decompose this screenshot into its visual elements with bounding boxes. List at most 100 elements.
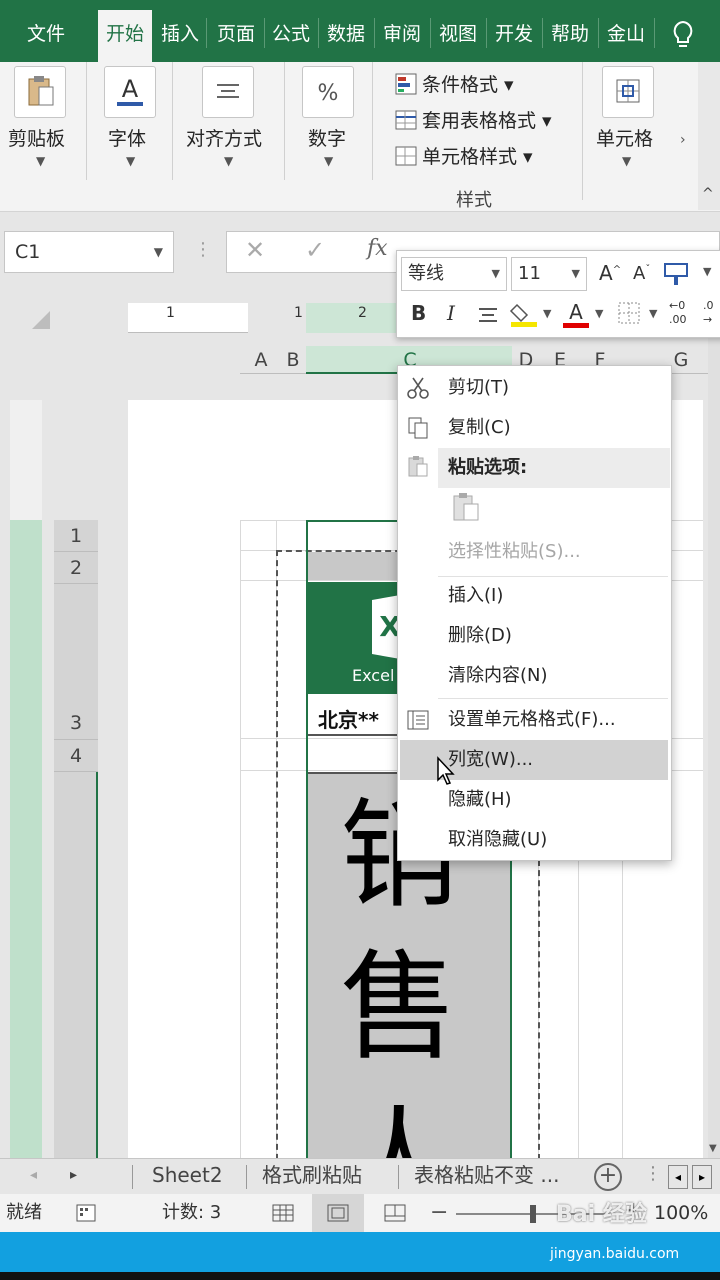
cell-style-button[interactable]: 单元格样式 ▾: [422, 142, 533, 169]
sheet-tab-table-paste[interactable]: 表格粘贴不变 ...: [414, 1159, 559, 1193]
grip-icon: ⋮: [644, 1163, 662, 1184]
row-header-3[interactable]: 3: [54, 584, 98, 740]
chevron-down-icon: ▼: [622, 154, 632, 168]
tab-formulas[interactable]: 公式: [268, 14, 314, 54]
enter-icon[interactable]: ✓: [305, 236, 325, 264]
tab-review[interactable]: 审阅: [378, 14, 426, 54]
chevron-down-icon: ▼: [36, 154, 46, 168]
menu-item-paste-special[interactable]: 选择性粘贴(S)...: [398, 532, 671, 572]
borders-icon[interactable]: [617, 301, 641, 325]
bold-button[interactable]: B: [411, 301, 426, 325]
scissors-icon: [407, 377, 429, 399]
number-button[interactable]: %: [302, 66, 354, 118]
page-break-view-icon[interactable]: [384, 1204, 406, 1222]
chevron-right-icon[interactable]: ›: [680, 132, 686, 148]
menu-item-hide[interactable]: 隐藏(H): [398, 780, 671, 820]
table-format-button[interactable]: 套用表格格式 ▾: [422, 106, 552, 133]
page-layout-icon: [327, 1204, 349, 1222]
chevron-down-icon: ▼: [595, 307, 604, 320]
bottom-edge: [0, 1272, 720, 1280]
sheet-tab-sheet2[interactable]: Sheet2: [152, 1159, 223, 1193]
tab-data[interactable]: 数据: [322, 14, 370, 54]
tab-file[interactable]: 文件: [10, 14, 82, 54]
number-label: 数字: [308, 128, 347, 150]
clipboard-icon: [28, 76, 54, 106]
menu-item-cut[interactable]: 剪切(T): [398, 368, 671, 408]
sheet-tabs-bar: ◂ ▸ Sheet2 格式刷粘贴 表格粘贴不变 ... + ⋮ ◂ ▸: [0, 1158, 720, 1194]
tab-page-layout[interactable]: 页面: [210, 14, 262, 54]
zoom-level[interactable]: 100%: [654, 1194, 708, 1232]
svg-text:A: A: [569, 300, 583, 324]
sheet-tab-format-painter[interactable]: 格式刷粘贴: [262, 1159, 362, 1193]
tab-home[interactable]: 开始: [98, 10, 152, 62]
ribbon-collapse[interactable]: ^: [698, 62, 720, 210]
menu-item-delete[interactable]: 删除(D): [398, 616, 671, 656]
status-ready: 就绪: [6, 1202, 42, 1223]
chevron-down-icon: ▼: [543, 307, 552, 320]
font-size-select[interactable]: 11 ▼: [511, 257, 587, 291]
menu-item-copy[interactable]: 复制(C): [398, 408, 671, 448]
scroll-right-icon[interactable]: ▸: [70, 1159, 77, 1193]
menu-item-clear[interactable]: 清除内容(N): [398, 656, 671, 696]
tab-developer[interactable]: 开发: [490, 14, 538, 54]
col-header-a[interactable]: A: [246, 346, 276, 374]
format-cells-icon: [407, 710, 429, 730]
select-all-icon[interactable]: [30, 309, 52, 331]
baidu-watermark-url: jingyan.baidu.com: [550, 1246, 680, 1262]
row-header-2[interactable]: 2: [54, 552, 98, 584]
align-center-icon: [217, 84, 239, 98]
percent-icon: %: [318, 81, 339, 106]
name-box[interactable]: C1 ▼: [4, 231, 174, 273]
tab-wps[interactable]: 金山: [602, 14, 650, 54]
clipboard-button[interactable]: [14, 66, 66, 118]
grow-font-icon[interactable]: A^: [599, 261, 621, 285]
font-button[interactable]: A: [104, 66, 156, 118]
cancel-icon[interactable]: ✕: [245, 236, 265, 264]
tab-insert[interactable]: 插入: [156, 14, 204, 54]
increase-decimal-icon[interactable]: ←0.00: [669, 299, 687, 327]
menu-item-insert[interactable]: 插入(I): [398, 576, 671, 616]
format-painter-icon[interactable]: [663, 261, 693, 287]
row-header-1[interactable]: 1: [54, 520, 98, 552]
tab-view[interactable]: 视图: [434, 14, 482, 54]
scroll-left-icon[interactable]: ◂: [668, 1165, 688, 1189]
decrease-decimal-icon[interactable]: .0 →: [703, 299, 714, 327]
normal-view-icon[interactable]: [272, 1204, 294, 1222]
chevron-down-icon: ▼: [126, 154, 136, 168]
big-char-3: 人: [340, 1088, 458, 1158]
menu-item-format-cells[interactable]: 设置单元格格式(F)...: [398, 700, 671, 740]
tab-help[interactable]: 帮助: [546, 14, 594, 54]
shrink-font-icon[interactable]: Aˇ: [633, 263, 650, 284]
add-sheet-icon[interactable]: +: [594, 1163, 622, 1191]
scroll-left-icon[interactable]: ◂: [30, 1159, 37, 1193]
address-text: 北京**: [318, 708, 379, 732]
insert-function-icon[interactable]: fx: [367, 236, 388, 261]
cells-button[interactable]: [602, 66, 654, 118]
chevron-down-icon: ▼: [324, 154, 334, 168]
mouse-cursor-icon: [437, 756, 455, 785]
ribbon-tabs: 文件 开始 插入 页面 公式 数据 审阅 视图 开发 帮助 金山: [0, 0, 720, 62]
italic-button[interactable]: I: [447, 301, 455, 325]
menu-item-unhide[interactable]: 取消隐藏(U): [398, 820, 671, 860]
vertical-scrollbar[interactable]: ▼: [708, 333, 720, 1158]
font-name-select[interactable]: 等线 ▼: [401, 257, 507, 291]
page-layout-view-button[interactable]: [312, 1194, 364, 1232]
zoom-out-button[interactable]: −: [430, 1200, 448, 1225]
fill-color-icon[interactable]: [509, 299, 539, 329]
font-color-icon[interactable]: A: [561, 299, 591, 331]
baidu-watermark: Bai 经验: [556, 1202, 647, 1227]
mini-toolbar: 等线 ▼ 11 ▼ A^ Aˇ ▼ B I ▼ A ▼ ▼ ←0.00 .0 →: [396, 250, 720, 338]
font-color-icon: A: [117, 75, 143, 106]
row-header-4[interactable]: 4: [54, 740, 98, 772]
paste-option-icon[interactable]: [450, 490, 484, 524]
align-center-icon[interactable]: [477, 305, 499, 325]
align-button[interactable]: [202, 66, 254, 118]
svg-text:A: A: [122, 75, 139, 103]
svg-text:%: %: [318, 81, 339, 106]
cond-format-button[interactable]: 条件格式 ▾: [422, 70, 514, 97]
scroll-right-icon[interactable]: ▸: [692, 1165, 712, 1189]
col-header-b[interactable]: B: [280, 346, 306, 374]
copy-icon: [408, 417, 428, 439]
macro-record-icon[interactable]: [76, 1204, 96, 1222]
lightbulb-icon[interactable]: [670, 20, 696, 50]
